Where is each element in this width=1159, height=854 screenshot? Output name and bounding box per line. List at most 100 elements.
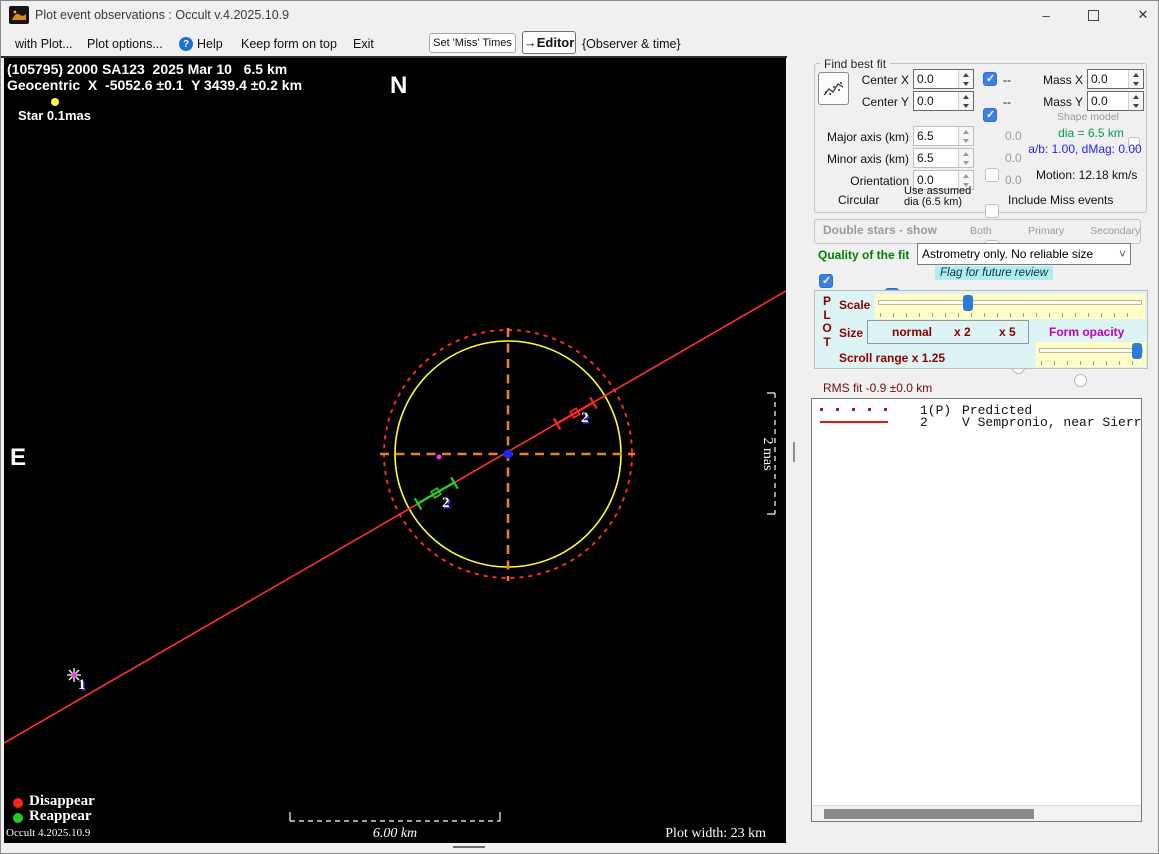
vertical-splitter-grip[interactable] <box>793 442 795 462</box>
up-arrow-icon[interactable] <box>959 70 973 79</box>
maximize-button[interactable] <box>1076 4 1110 26</box>
minor-axis-fit-checkbox[interactable] <box>985 204 999 218</box>
up-arrow-icon[interactable] <box>1129 92 1143 101</box>
center-x-fit-checkbox[interactable] <box>983 72 997 86</box>
chord-id: 2 <box>920 415 928 430</box>
minor-axis-spin-buttons[interactable] <box>958 149 973 167</box>
double-stars-primary-label: Primary <box>1028 225 1065 237</box>
major-axis-fit-checkbox[interactable] <box>985 168 999 182</box>
down-arrow-icon[interactable] <box>1129 79 1143 88</box>
center-x-value: 0.0 <box>917 72 934 86</box>
include-miss-label: Include Miss events <box>1008 193 1114 207</box>
double-stars-secondary-label: Secondary <box>1090 225 1141 237</box>
chevron-down-icon: ˅ <box>1118 247 1126 261</box>
mass-y-spinner[interactable]: 0.0 <box>1087 91 1144 111</box>
menu-keep-form-on-top[interactable]: Keep form on top <box>241 37 337 51</box>
plot-graphics: 2 2 2 2 1 1 2 mas <box>4 98 786 822</box>
menu-help[interactable]: Help <box>197 37 223 51</box>
horizontal-splitter-grip[interactable] <box>453 846 485 848</box>
mass-x-spinner[interactable]: 0.0 <box>1087 69 1144 89</box>
center-x-fit-flag: -- <box>1003 73 1011 87</box>
mass-y-value: 0.0 <box>1091 94 1108 108</box>
center-x-spinner[interactable]: 0.0 <box>913 69 974 89</box>
app-icon <box>9 6 29 24</box>
use-assumed-dia-label: Use assumed dia (6.5 km) <box>904 186 971 208</box>
orientation-err: 0.0 <box>1005 173 1022 187</box>
mass-x-label: Mass X <box>1042 73 1083 87</box>
form-opacity-ticks <box>1041 361 1141 365</box>
up-arrow-icon[interactable] <box>1129 70 1143 79</box>
menu-with-plot[interactable]: with Plot... <box>15 37 73 51</box>
double-stars-secondary-radio[interactable] <box>1074 374 1087 387</box>
center-x-spin-buttons[interactable] <box>958 70 973 88</box>
center-y-spin-buttons[interactable] <box>958 92 973 110</box>
disappear-legend-dot <box>13 798 23 808</box>
plot-vertical-label: P L O T <box>821 294 833 349</box>
find-best-fit-button[interactable] <box>818 72 849 105</box>
chord-name: V Sempronio, near Sierr <box>962 415 1142 430</box>
minor-axis-spinner[interactable]: 6.5 <box>913 148 974 168</box>
plot-header-line2: Geocentric X -5052.6 ±0.1 Y 3439.4 ±0.2 … <box>7 77 303 93</box>
ab-dmag-text: a/b: 1.00, dMag: 0.00 <box>1028 142 1142 156</box>
list-item[interactable]: 2 V Sempronio, near Sierr <box>820 415 1141 430</box>
up-arrow-icon[interactable] <box>959 92 973 101</box>
center-y-spinner[interactable]: 0.0 <box>913 91 974 111</box>
chord-line <box>4 290 786 744</box>
quality-value: Astrometry only. No reliable size <box>922 247 1094 261</box>
quality-combobox[interactable]: Astrometry only. No reliable size ˅ <box>917 243 1131 265</box>
circular-checkbox[interactable] <box>819 274 833 288</box>
down-arrow-icon[interactable] <box>959 158 973 167</box>
menu-bar: with Plot... Plot options... ? Help Keep… <box>1 29 1158 56</box>
down-arrow-icon[interactable] <box>1129 101 1143 110</box>
form-opacity-thumb[interactable] <box>1132 343 1142 359</box>
disappear-marker-group <box>552 396 598 431</box>
plot-letter-p: P <box>822 294 831 308</box>
close-button[interactable]: ✕ <box>1126 4 1158 26</box>
form-opacity-slider[interactable] <box>1036 342 1146 367</box>
minor-axis-value: 6.5 <box>917 151 934 165</box>
mass-y-spin-buttons[interactable] <box>1128 92 1143 110</box>
chord-listbox[interactable]: 1(P) Predicted 2 V Sempronio, near Sierr <box>811 398 1142 822</box>
scale-slider[interactable] <box>875 294 1145 319</box>
major-axis-err: 0.0 <box>1005 129 1022 143</box>
plot-header-line1: (105795) 2000 SA123 2025 Mar 10 6.5 km <box>7 61 288 77</box>
scale-label: Scale <box>839 298 871 312</box>
east-label: E <box>10 444 27 471</box>
down-arrow-icon[interactable] <box>959 136 973 145</box>
occultation-plot-canvas[interactable]: 2 2 2 2 1 1 2 mas (105795) 2000 SA123 20… <box>4 58 786 843</box>
scrollbar-thumb[interactable] <box>824 809 1034 819</box>
form-opacity-label: Form opacity <box>1049 325 1125 339</box>
up-arrow-icon[interactable] <box>959 171 973 180</box>
scale-slider-thumb[interactable] <box>963 295 973 311</box>
up-arrow-icon[interactable] <box>959 149 973 158</box>
scale-slider-ticks <box>880 313 1140 317</box>
major-axis-spin-buttons[interactable] <box>958 127 973 145</box>
reappear-marker-group <box>413 476 459 511</box>
help-icon: ? <box>179 37 193 51</box>
menu-exit[interactable]: Exit <box>353 37 374 51</box>
center-y-fit-checkbox[interactable] <box>983 108 997 122</box>
center-y-fit-flag: -- <box>1003 95 1011 109</box>
major-axis-spinner[interactable]: 6.5 <box>913 126 974 146</box>
minimize-button[interactable]: – <box>1029 4 1063 26</box>
menu-plot-options[interactable]: Plot options... <box>87 37 163 51</box>
editor-button[interactable]: →Editor <box>522 31 576 54</box>
scroll-range-label: Scroll range x 1.25 <box>839 351 946 365</box>
observed-solid-line-swatch <box>820 421 888 423</box>
star-size-label: Star 0.1mas <box>18 108 91 123</box>
find-best-fit-label: Find best fit <box>820 57 891 71</box>
size-normal-label: normal <box>892 325 933 339</box>
flag-review-label: Flag for future review <box>935 266 1054 280</box>
up-arrow-icon[interactable] <box>959 127 973 136</box>
set-miss-times-button[interactable]: Set 'Miss' Times <box>429 33 516 53</box>
star-size-dot <box>51 98 59 106</box>
horizontal-scrollbar[interactable] <box>812 805 1141 821</box>
down-arrow-icon[interactable] <box>959 101 973 110</box>
mass-x-spin-buttons[interactable] <box>1128 70 1143 88</box>
down-arrow-icon[interactable] <box>959 79 973 88</box>
mas-bar-label: 2 mas <box>760 437 775 470</box>
disappear-marker-label: 2 <box>581 410 589 426</box>
maximize-icon <box>1087 9 1099 21</box>
reappear-marker-label: 2 <box>442 495 450 511</box>
minor-axis-label: Minor axis (km) <box>826 152 909 166</box>
